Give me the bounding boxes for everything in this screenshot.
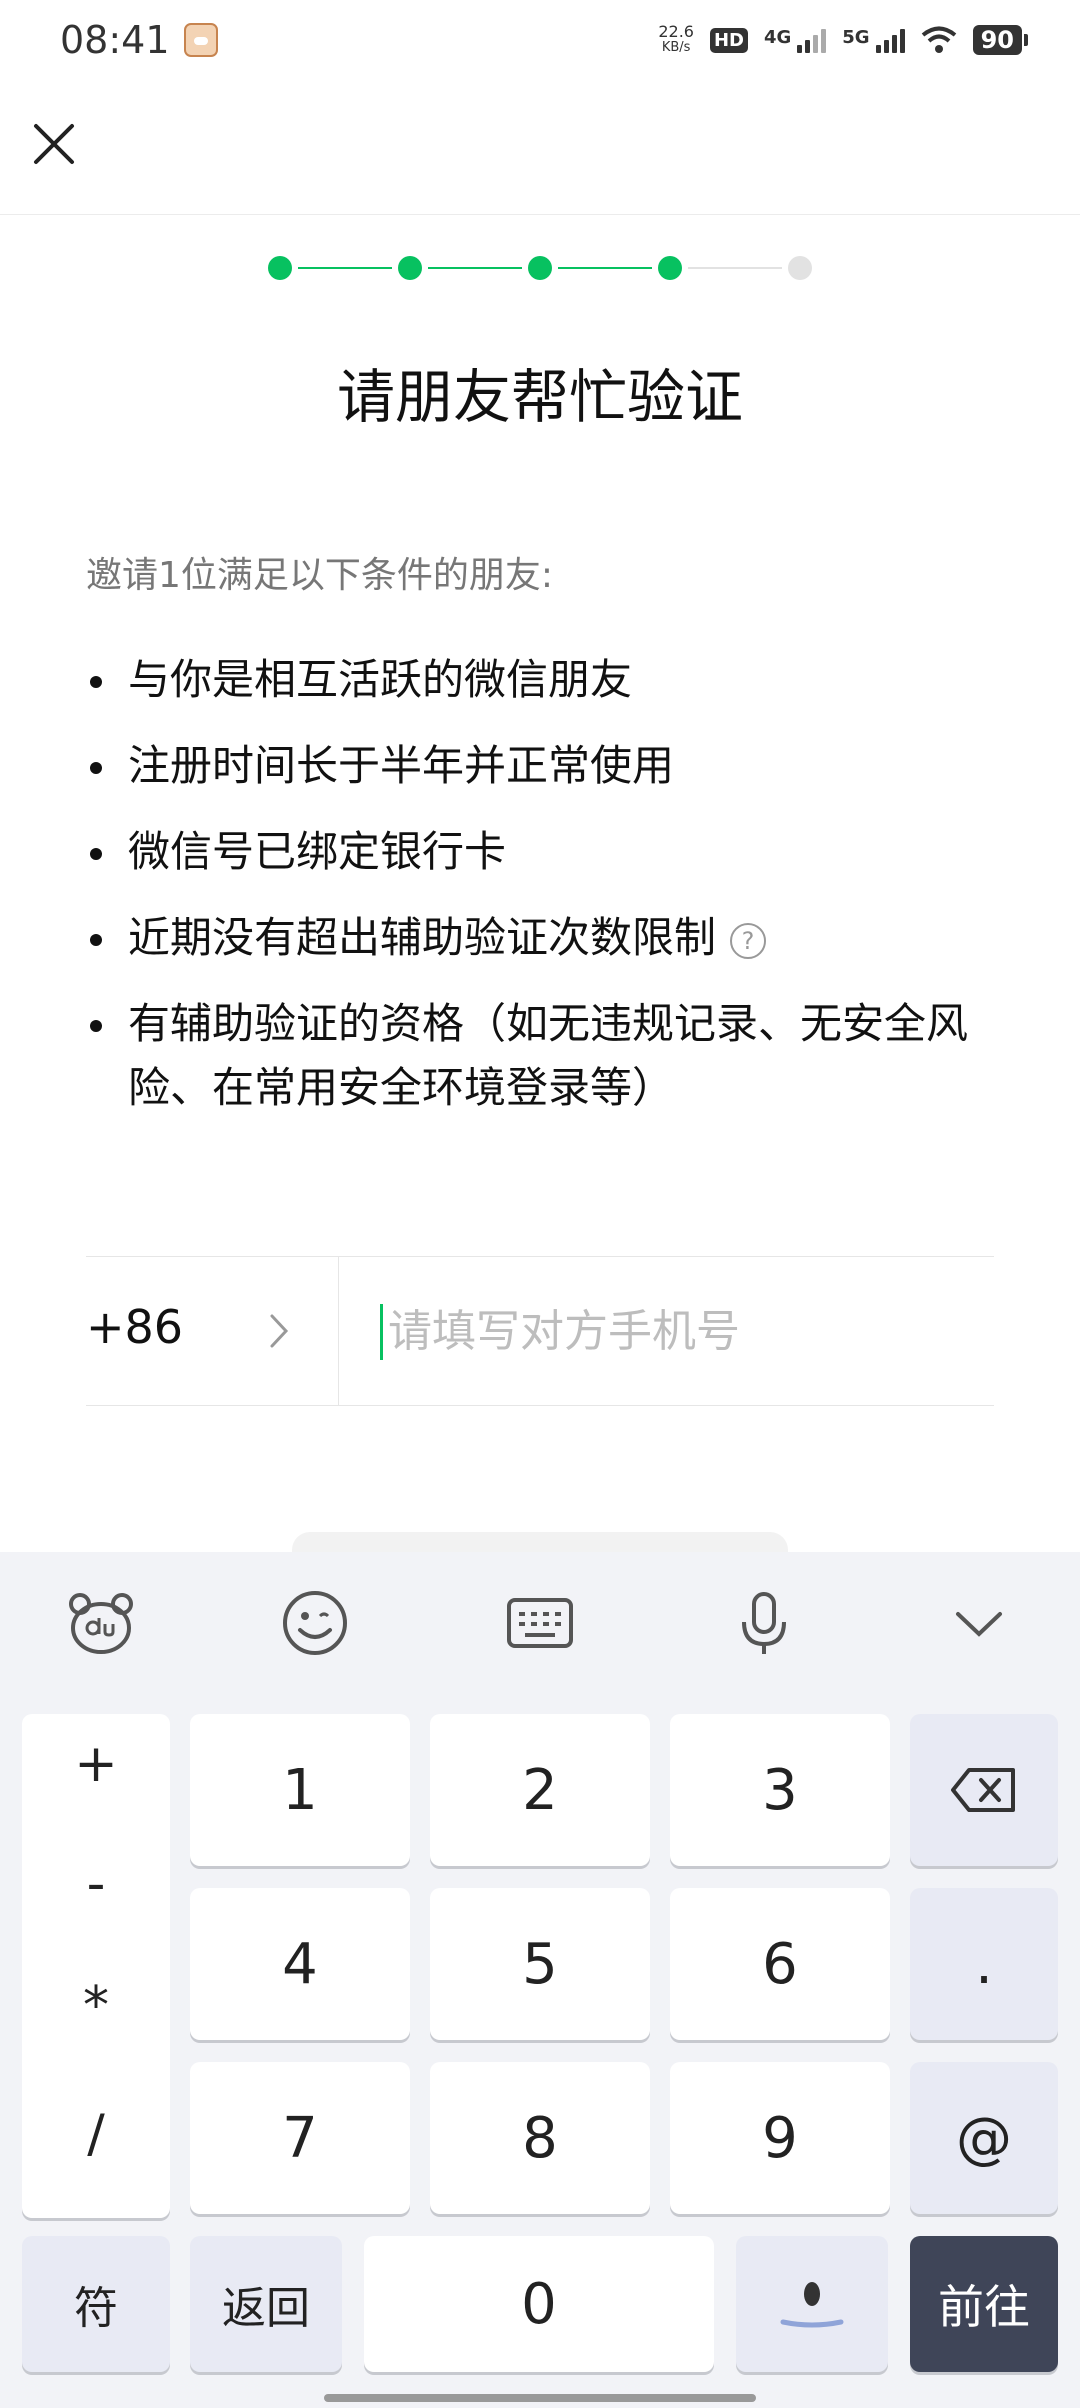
network-speed: 22.6 KB/s bbox=[658, 22, 694, 56]
page-title: 请朋友帮忙验证 bbox=[336, 363, 743, 431]
numeric-keyboard: + - * / 1 2 3 4 5 6 . 7 8 9 @ 符 返回 0 前往 bbox=[0, 1552, 1080, 2408]
symbol-key-plus[interactable]: + bbox=[22, 1734, 170, 1794]
key-2[interactable]: 2 bbox=[430, 1714, 650, 1866]
backspace-icon bbox=[951, 1768, 1015, 1812]
hd-voice-icon: HD bbox=[709, 27, 748, 53]
keyboard-toolbar bbox=[0, 1552, 1080, 1692]
baidu-logo-icon[interactable] bbox=[66, 1588, 136, 1658]
conditions-intro: 邀请1位满足以下条件的朋友: bbox=[86, 555, 554, 596]
row-divider-bottom bbox=[86, 1405, 994, 1406]
chevron-right-icon[interactable] bbox=[264, 1306, 294, 1356]
key-1[interactable]: 1 bbox=[190, 1714, 410, 1866]
progress-step-done bbox=[658, 256, 682, 280]
status-time: 08:41 bbox=[60, 18, 170, 62]
symbol-key-slash[interactable]: / bbox=[22, 2104, 170, 2164]
condition-item: 有辅助验证的资格（如无违规记录、无安全风险、在常用安全环境登录等） bbox=[86, 992, 986, 1120]
condition-item: 微信号已绑定银行卡 bbox=[86, 820, 986, 884]
voice-input-key[interactable] bbox=[736, 2236, 888, 2372]
status-right: 22.6 KB/s HD 4G 5G 90 bbox=[658, 22, 1029, 56]
progress-line bbox=[298, 267, 392, 269]
condition-item: 与你是相互活跃的微信朋友 bbox=[86, 648, 986, 712]
signal-5g-icon: 5G bbox=[842, 27, 905, 53]
status-left: 08:41 bbox=[60, 18, 218, 62]
status-bar: 08:41 22.6 KB/s HD 4G 5G 90 bbox=[0, 0, 1080, 80]
row-divider-top bbox=[86, 1256, 994, 1257]
phone-input-row: +86 bbox=[86, 1256, 994, 1406]
key-3[interactable]: 3 bbox=[670, 1714, 890, 1866]
header-divider bbox=[0, 214, 1080, 215]
progress-line bbox=[558, 267, 652, 269]
collapse-keyboard-icon[interactable] bbox=[944, 1588, 1014, 1658]
country-code-selector[interactable]: +86 bbox=[86, 1300, 183, 1354]
conditions-list: 与你是相互活跃的微信朋友 注册时间长于半年并正常使用 微信号已绑定银行卡 近期没… bbox=[86, 648, 986, 1142]
symbol-key-asterisk[interactable]: * bbox=[22, 1976, 170, 2036]
key-at[interactable]: @ bbox=[910, 2062, 1058, 2214]
key-9[interactable]: 9 bbox=[670, 2062, 890, 2214]
battery-icon: 90 bbox=[972, 25, 1029, 55]
key-7[interactable]: 7 bbox=[190, 2062, 410, 2214]
home-indicator[interactable] bbox=[324, 2394, 756, 2402]
progress-step-done bbox=[268, 256, 292, 280]
keyboard-handle bbox=[292, 1532, 788, 1552]
key-5[interactable]: 5 bbox=[430, 1888, 650, 2040]
progress-step-pending bbox=[788, 256, 812, 280]
key-6[interactable]: 6 bbox=[670, 1888, 890, 2040]
keyboard-switch-icon[interactable] bbox=[505, 1588, 575, 1658]
condition-item: 注册时间长于半年并正常使用 bbox=[86, 734, 986, 798]
help-icon[interactable]: ? bbox=[730, 922, 767, 959]
delete-key[interactable] bbox=[910, 1714, 1058, 1866]
progress-line bbox=[428, 267, 522, 269]
text-caret bbox=[380, 1304, 383, 1360]
wifi-icon bbox=[921, 26, 956, 53]
voice-input-icon bbox=[780, 2282, 844, 2328]
key-8[interactable]: 8 bbox=[430, 2062, 650, 2214]
signal-4g-icon: 4G bbox=[764, 27, 827, 53]
key-dot[interactable]: . bbox=[910, 1888, 1058, 2040]
key-0[interactable]: 0 bbox=[364, 2236, 714, 2372]
row-divider-vertical bbox=[338, 1256, 339, 1406]
progress-step-done bbox=[398, 256, 422, 280]
symbol-column[interactable]: + - * / bbox=[22, 1714, 170, 2218]
progress-line bbox=[688, 267, 782, 269]
symbols-key[interactable]: 符 bbox=[22, 2236, 170, 2372]
app-notification-icon bbox=[183, 23, 218, 57]
phone-number-input[interactable] bbox=[380, 1286, 980, 1376]
condition-item: 近期没有超出辅助验证次数限制? bbox=[86, 906, 986, 970]
emoji-icon[interactable] bbox=[280, 1588, 350, 1658]
back-key[interactable]: 返回 bbox=[190, 2236, 342, 2372]
go-key[interactable]: 前往 bbox=[910, 2236, 1058, 2372]
microphone-icon[interactable] bbox=[729, 1588, 799, 1658]
progress-step-done bbox=[528, 256, 552, 280]
key-4[interactable]: 4 bbox=[190, 1888, 410, 2040]
close-icon[interactable] bbox=[30, 120, 78, 168]
symbol-key-minus[interactable]: - bbox=[22, 1854, 170, 1914]
progress-stepper bbox=[268, 254, 812, 282]
